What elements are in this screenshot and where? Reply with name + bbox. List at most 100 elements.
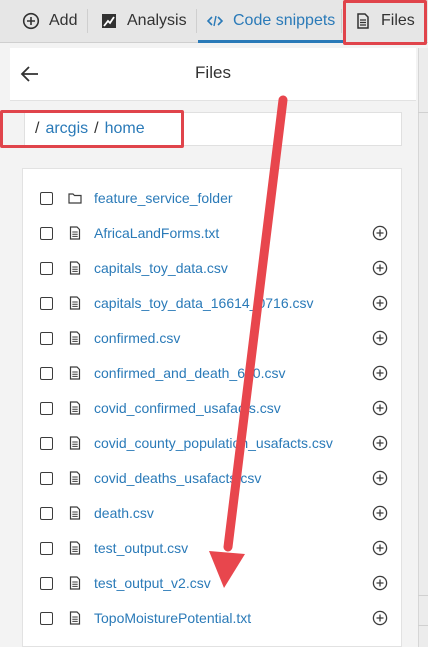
file-checkbox[interactable] — [40, 296, 53, 310]
file-name[interactable]: AfricaLandForms.txt — [94, 225, 219, 241]
file-checkbox[interactable] — [40, 576, 53, 590]
folder-icon — [68, 191, 82, 205]
file-list: feature_service_folder AfricaLandForms.tx… — [22, 168, 402, 647]
file-icon — [68, 366, 82, 380]
file-checkbox[interactable] — [40, 191, 53, 205]
file-name[interactable]: covid_deaths_usafacts.csv — [94, 470, 261, 486]
plus-circle-icon — [372, 225, 388, 241]
file-name[interactable]: test_output_v2.csv — [94, 575, 211, 591]
file-checkbox[interactable] — [40, 226, 53, 240]
file-row[interactable]: test_output_v2.csv — [23, 566, 401, 600]
file-icon — [68, 611, 82, 625]
add-to-map-button[interactable] — [372, 470, 388, 486]
tab-code-snippets-label: Code snippets — [233, 12, 336, 29]
add-to-map-button[interactable] — [372, 435, 388, 451]
tab-divider — [196, 9, 197, 33]
file-checkbox[interactable] — [40, 331, 53, 345]
arrow-left-icon — [20, 66, 38, 82]
file-icon — [68, 401, 82, 415]
plus-circle-icon — [22, 12, 40, 30]
tab-analysis[interactable]: Analysis — [100, 0, 187, 42]
file-row[interactable]: confirmed.csv — [23, 321, 401, 355]
add-to-map-button[interactable] — [372, 540, 388, 556]
tab-add[interactable]: Add — [22, 0, 77, 42]
tab-files-label: Files — [381, 12, 415, 29]
add-to-map-button[interactable] — [372, 260, 388, 276]
plus-circle-icon — [372, 400, 388, 416]
file-name[interactable]: death.csv — [94, 505, 154, 521]
file-row[interactable]: confirmed_and_death_630.csv — [23, 356, 401, 390]
file-icon — [68, 506, 82, 520]
add-to-map-button[interactable] — [372, 295, 388, 311]
file-icon — [68, 226, 82, 240]
add-to-map-button[interactable] — [372, 225, 388, 241]
plus-circle-icon — [372, 260, 388, 276]
file-name[interactable]: confirmed_and_death_630.csv — [94, 365, 285, 381]
file-name[interactable]: capitals_toy_data.csv — [94, 260, 228, 276]
file-row[interactable]: covid_confirmed_usafacts.csv — [23, 391, 401, 425]
file-icon — [68, 331, 82, 345]
file-row[interactable]: capitals_toy_data.csv — [23, 251, 401, 285]
file-row[interactable]: capitals_toy_data_16614_0716.csv — [23, 286, 401, 320]
file-row[interactable]: AfricaLandForms.txt — [23, 216, 401, 250]
tab-divider — [341, 9, 342, 33]
tab-analysis-label: Analysis — [127, 12, 187, 29]
back-button[interactable] — [18, 62, 42, 86]
plus-circle-icon — [372, 575, 388, 591]
tab-code-snippets[interactable]: Code snippets — [197, 0, 344, 43]
panel-title: Files — [195, 63, 231, 82]
add-to-map-button[interactable] — [372, 365, 388, 381]
file-icon — [68, 261, 82, 275]
breadcrumb-separator: / — [94, 120, 99, 137]
file-name[interactable]: TopoMoisturePotential.txt — [94, 610, 251, 626]
file-icon — [354, 12, 372, 30]
plus-circle-icon — [372, 365, 388, 381]
plus-circle-icon — [372, 295, 388, 311]
plus-circle-icon — [372, 610, 388, 626]
file-row[interactable]: TopoMoisturePotential.txt — [23, 601, 401, 635]
file-checkbox[interactable] — [40, 471, 53, 485]
file-row[interactable]: test_output.csv — [23, 531, 401, 565]
divider — [418, 595, 428, 596]
file-row[interactable]: covid_county_population_usafacts.csv — [23, 426, 401, 460]
file-row[interactable]: covid_deaths_usafacts.csv — [23, 461, 401, 495]
file-row[interactable]: feature_service_folder — [23, 181, 401, 215]
file-checkbox[interactable] — [40, 366, 53, 380]
file-name[interactable]: test_output.csv — [94, 540, 188, 556]
file-icon — [68, 541, 82, 555]
file-row[interactable]: death.csv — [23, 496, 401, 530]
plus-circle-icon — [372, 330, 388, 346]
file-icon — [68, 436, 82, 450]
breadcrumb: / arcgis / home — [24, 112, 402, 146]
panel-header: Files — [10, 48, 416, 101]
file-icon — [68, 576, 82, 590]
add-to-map-button[interactable] — [372, 505, 388, 521]
file-checkbox[interactable] — [40, 401, 53, 415]
add-to-map-button[interactable] — [372, 575, 388, 591]
file-name[interactable]: feature_service_folder — [94, 190, 233, 206]
tab-files[interactable]: Files — [354, 0, 415, 42]
side-panel-edge — [418, 48, 428, 647]
file-checkbox[interactable] — [40, 436, 53, 450]
tab-add-label: Add — [49, 12, 78, 29]
file-icon — [68, 471, 82, 485]
plus-circle-icon — [372, 540, 388, 556]
add-to-map-button[interactable] — [372, 330, 388, 346]
file-name[interactable]: covid_confirmed_usafacts.csv — [94, 400, 281, 416]
breadcrumb-item-arcgis[interactable]: arcgis — [45, 120, 88, 138]
file-name[interactable]: confirmed.csv — [94, 330, 180, 346]
file-checkbox[interactable] — [40, 506, 53, 520]
plus-circle-icon — [372, 435, 388, 451]
file-checkbox[interactable] — [40, 611, 53, 625]
breadcrumb-item-home[interactable]: home — [105, 120, 145, 138]
breadcrumb-separator: / — [35, 120, 40, 137]
toolbar-tabs: Add Analysis Code snippets Files — [0, 0, 428, 43]
file-checkbox[interactable] — [40, 541, 53, 555]
file-name[interactable]: covid_county_population_usafacts.csv — [94, 435, 333, 451]
plus-circle-icon — [372, 470, 388, 486]
analysis-icon — [100, 12, 118, 30]
add-to-map-button[interactable] — [372, 610, 388, 626]
file-checkbox[interactable] — [40, 261, 53, 275]
file-name[interactable]: capitals_toy_data_16614_0716.csv — [94, 295, 314, 311]
add-to-map-button[interactable] — [372, 400, 388, 416]
